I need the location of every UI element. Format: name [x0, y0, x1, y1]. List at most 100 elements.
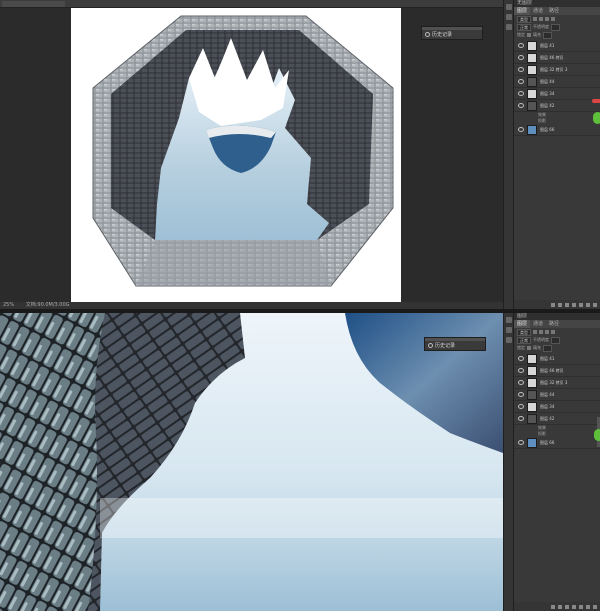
opacity-label: 不透明度 — [533, 337, 549, 342]
layer-name: 图层 66 — [540, 439, 555, 445]
trash-icon[interactable] — [593, 302, 597, 307]
link-layers-icon[interactable] — [551, 302, 555, 307]
layer-row[interactable]: 图层 32 拷贝 3 — [514, 64, 600, 76]
group-icon[interactable] — [579, 604, 583, 609]
document-workspace[interactable]: 历史记录 — [0, 313, 503, 611]
eye-icon[interactable] — [518, 404, 524, 409]
tab-paths[interactable]: 路径 — [546, 320, 562, 328]
fx-icon[interactable] — [558, 302, 562, 307]
history-panel[interactable]: 历史记录 — [424, 337, 486, 351]
mask-icon[interactable] — [565, 302, 569, 307]
layer-row[interactable]: 图层 34 — [514, 88, 600, 100]
link-layers-icon[interactable] — [551, 604, 555, 609]
eye-icon[interactable] — [518, 392, 524, 397]
adjustment-icon[interactable] — [572, 302, 576, 307]
filter-shape-icon[interactable] — [551, 330, 555, 334]
layer-row[interactable]: 图层 42 — [514, 100, 600, 112]
tab-paths[interactable]: 路径 — [546, 7, 562, 15]
layer-row[interactable]: 图层 32 拷贝 3 — [514, 377, 600, 389]
lock-label: 锁定 — [517, 345, 525, 350]
history-panel-row[interactable]: 历史记录 — [422, 30, 482, 40]
eye-icon[interactable] — [518, 91, 524, 96]
eye-icon[interactable] — [518, 43, 524, 48]
eye-icon[interactable] — [518, 127, 524, 132]
filter-text-icon[interactable] — [545, 17, 549, 21]
panel-icon[interactable] — [506, 327, 512, 333]
zoom-level[interactable]: 25% — [3, 302, 14, 308]
tab-layers[interactable]: 图层 — [514, 7, 531, 15]
eye-icon[interactable] — [518, 380, 524, 385]
mask-icon[interactable] — [565, 604, 569, 609]
filter-shape-icon[interactable] — [551, 17, 555, 21]
kind-filter-select[interactable]: 类型 — [517, 15, 531, 23]
eye-icon[interactable] — [518, 55, 524, 60]
layer-row[interactable]: 图层 66 — [514, 437, 600, 449]
new-layer-icon[interactable] — [586, 604, 590, 609]
layer-thumbnail — [527, 88, 537, 99]
panel-title: 图层 — [514, 313, 600, 320]
history-label: 历史记录 — [432, 32, 453, 38]
panel-tabs: 图层 通道 路径 — [514, 7, 600, 15]
blend-mode-select[interactable]: 正常 — [517, 23, 531, 31]
screenshot-zoomed-in: 历史记录 图层 图层 通道 路径 类型 正常 不透明度 锁定 填充 图层 41 … — [0, 313, 600, 611]
document-tab[interactable] — [2, 1, 65, 7]
layer-row[interactable]: 图层 44 — [514, 389, 600, 401]
layer-row[interactable]: 图层 34 — [514, 401, 600, 413]
filter-text-icon[interactable] — [545, 330, 549, 334]
new-layer-icon[interactable] — [586, 302, 590, 307]
trash-icon[interactable] — [593, 604, 597, 609]
history-panel[interactable]: 历史记录 — [421, 26, 483, 40]
filter-adjust-icon[interactable] — [539, 17, 543, 21]
tab-channels[interactable]: 通道 — [530, 320, 546, 328]
lock-icon[interactable] — [527, 346, 531, 350]
panel-icon[interactable] — [506, 14, 512, 20]
eye-icon[interactable] — [518, 79, 524, 84]
document-canvas[interactable] — [71, 8, 401, 302]
layer-name: 图层 32 拷贝 3 — [540, 379, 568, 385]
eye-icon[interactable] — [518, 416, 524, 421]
lock-icon[interactable] — [527, 33, 531, 37]
eye-icon[interactable] — [518, 356, 524, 361]
blend-mode-select[interactable]: 正常 — [517, 336, 531, 344]
tab-channels[interactable]: 通道 — [530, 7, 546, 15]
layer-row[interactable]: 图层 66 — [514, 124, 600, 136]
layer-thumbnail — [527, 353, 537, 364]
layer-name: 图层 42 — [540, 102, 555, 108]
panel-icon[interactable] — [506, 24, 512, 30]
layer-row[interactable]: 图层 44 — [514, 76, 600, 88]
document-workspace[interactable]: 历史记录 25% 文档:90.0M/3.00G — [0, 0, 503, 309]
fill-field[interactable] — [543, 31, 552, 39]
adjustment-icon[interactable] — [572, 604, 576, 609]
eye-icon[interactable] — [518, 368, 524, 373]
filter-pixel-icon[interactable] — [533, 17, 537, 21]
panel-icon[interactable] — [506, 4, 512, 10]
opacity-field[interactable] — [551, 336, 560, 344]
layer-name: 图层 66 — [540, 126, 555, 132]
layer-name: 图层 46 拷贝 — [540, 367, 564, 373]
eye-icon[interactable] — [518, 440, 524, 445]
layer-row[interactable]: 图层 46 拷贝 — [514, 365, 600, 377]
assistant-widget-icon[interactable] — [594, 429, 600, 441]
panel-tabs: 图层 通道 路径 — [514, 320, 600, 328]
filter-pixel-icon[interactable] — [533, 330, 537, 334]
layer-row[interactable]: 图层 41 — [514, 353, 600, 365]
panel-icon[interactable] — [506, 317, 512, 323]
opacity-field[interactable] — [551, 23, 560, 31]
fx-icon[interactable] — [558, 604, 562, 609]
layer-name: 图层 41 — [540, 355, 555, 361]
history-panel-row[interactable]: 历史记录 — [425, 341, 485, 351]
layer-row[interactable]: 图层 42 — [514, 413, 600, 425]
eye-icon[interactable] — [518, 103, 524, 108]
assistant-widget-icon[interactable] — [593, 112, 600, 124]
group-icon[interactable] — [579, 302, 583, 307]
eye-icon[interactable] — [518, 67, 524, 72]
fill-field[interactable] — [543, 344, 552, 352]
layer-thumbnail — [527, 124, 537, 135]
notification-badge[interactable] — [592, 99, 600, 103]
layer-row[interactable]: 图层 41 — [514, 40, 600, 52]
tab-layers[interactable]: 图层 — [514, 320, 531, 328]
filter-adjust-icon[interactable] — [539, 330, 543, 334]
panel-icon[interactable] — [506, 337, 512, 343]
kind-filter-select[interactable]: 类型 — [517, 328, 531, 336]
layer-row[interactable]: 图层 46 拷贝 — [514, 52, 600, 64]
